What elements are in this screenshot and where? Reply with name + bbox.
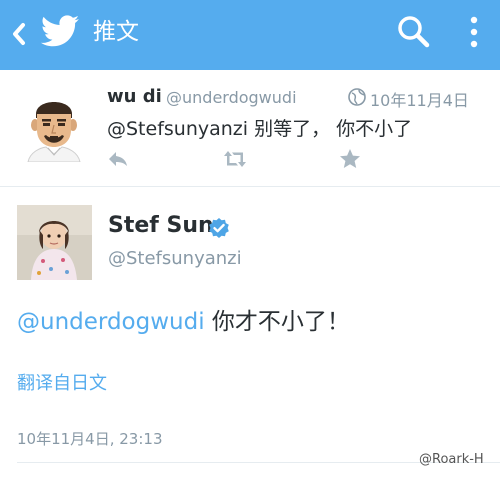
avatar[interactable] — [22, 92, 86, 162]
reply-tweet[interactable]: wu di @underdogwudi 10年11月4日 @Stefsunyan… — [0, 70, 500, 187]
retweet-icon[interactable] — [222, 150, 248, 168]
tweet-timestamp: 10年11月4日, 23:13 — [17, 430, 163, 448]
reply-author-handle[interactable]: @underdogwudi — [166, 88, 297, 107]
reply-icon[interactable] — [107, 150, 129, 168]
reply-date: 10年11月4日 — [370, 91, 469, 110]
avatar[interactable] — [17, 205, 92, 280]
app-bar: 推文 — [0, 0, 500, 70]
author-handle[interactable]: @Stefsunyanzi — [108, 248, 242, 269]
page-title: 推文 — [93, 19, 139, 45]
translate-link[interactable]: 翻译自日文 — [17, 369, 107, 395]
author-name[interactable]: Stef Sun — [108, 213, 214, 238]
mention-link[interactable]: @underdogwudi — [17, 309, 205, 335]
search-icon[interactable] — [396, 14, 432, 50]
verified-badge-icon — [209, 218, 229, 238]
watermark: @Roark-H — [419, 452, 484, 467]
globe-icon — [348, 88, 366, 106]
twitter-bird-icon[interactable] — [40, 14, 80, 50]
overflow-menu-icon[interactable] — [466, 14, 482, 50]
back-icon[interactable] — [8, 20, 30, 48]
tweet-text: @underdogwudi 你才不小了！ — [17, 302, 350, 336]
reply-tweet-text: @Stefsunyanzi 别等了， 你不小了 — [107, 118, 413, 140]
reply-author-name[interactable]: wu di — [107, 86, 162, 107]
tweet-body: 你才不小了！ — [204, 309, 350, 335]
favorite-star-icon[interactable] — [339, 148, 361, 170]
avatar-photo — [17, 205, 92, 280]
